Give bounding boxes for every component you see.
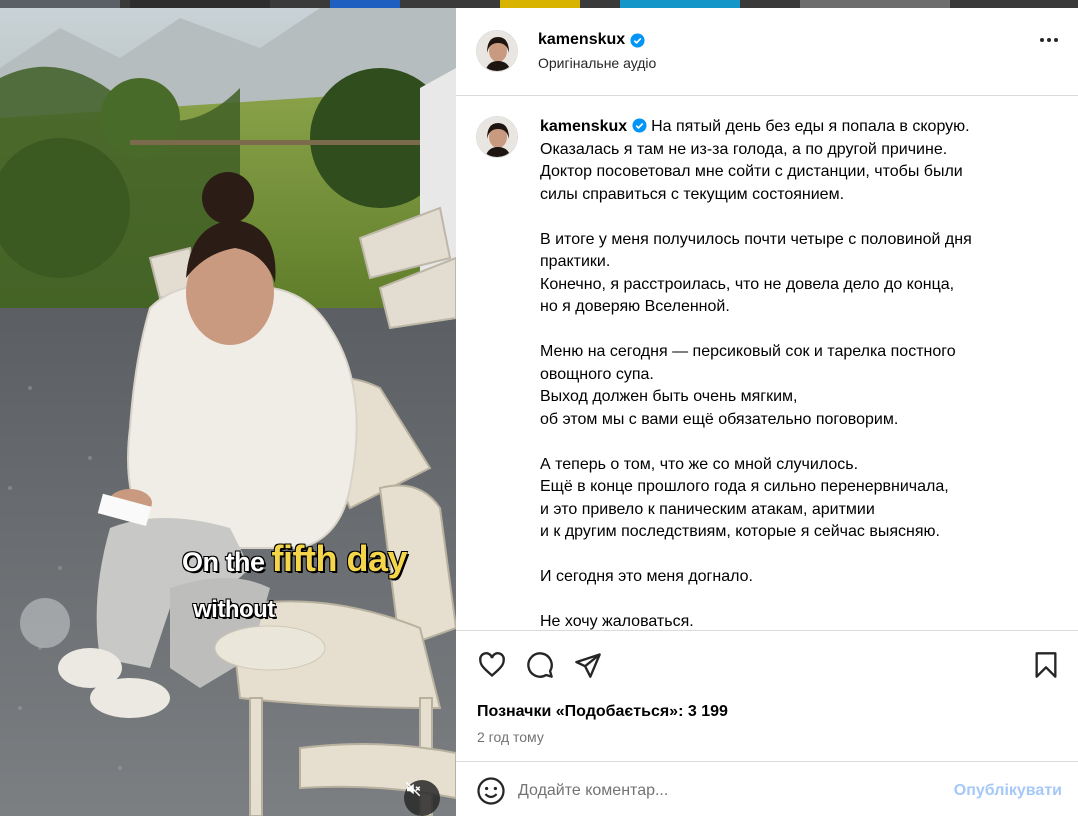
video-frame	[0, 8, 456, 816]
caption-username[interactable]: kamenskux	[540, 118, 627, 135]
mute-toggle-button[interactable]	[404, 780, 440, 816]
caption-line: В итоге у меня получилось почти четыре с…	[540, 230, 972, 248]
bookmark-icon	[1035, 652, 1057, 678]
post-author[interactable]: kamenskux	[538, 31, 645, 49]
more-options-icon[interactable]	[1040, 38, 1058, 42]
caption-line: Не хочу жаловаться.	[540, 613, 694, 630]
heart-icon	[479, 652, 505, 678]
caption-line: практики.	[540, 253, 611, 270]
caption-line: Ещё в конце прошлого года я сильно перен…	[540, 478, 949, 495]
caption-line: На пятый день без еды я попала в скорую.	[651, 118, 970, 135]
post-details-panel: kamenskux Оригінальне аудіо kamenskux На…	[456, 8, 1078, 816]
reel-video[interactable]: On the fifth day without	[0, 8, 456, 816]
caption-avatar[interactable]	[476, 116, 518, 158]
comment-icon	[527, 652, 553, 678]
caption-line: овощного супа.	[540, 365, 654, 383]
caption-line: А теперь о том, что же со мной случилось…	[540, 455, 859, 473]
post-actions-section: Позначки «Подобається»: 3 199 2 год тому…	[456, 630, 1078, 816]
caption-line: Меню на сегодня — персиковый сок и тарел…	[540, 343, 956, 360]
caption-line: Конечно, я расстроилась, что не довела д…	[540, 275, 955, 293]
author-username[interactable]: kamenskux	[538, 31, 625, 49]
share-button[interactable]	[572, 649, 604, 681]
caption-line: Доктор посоветовал мне сойти с дистанции…	[540, 163, 963, 180]
comment-input[interactable]	[518, 776, 938, 806]
emoji-icon[interactable]	[476, 776, 506, 806]
caption-line: но я доверяю Вселенной.	[540, 298, 730, 315]
caption-section: kamenskux На пятый день без еды я попала…	[456, 96, 1078, 630]
post-caption: kamenskux На пятый день без еды я попала…	[540, 116, 1060, 630]
publish-button[interactable]: Опублікувати	[954, 782, 1062, 800]
caption-line: И сегодня это меня догнало.	[540, 568, 753, 585]
post-timestamp[interactable]: 2 год тому	[477, 729, 544, 745]
comment-button[interactable]	[524, 649, 556, 681]
verified-badge-icon	[630, 32, 645, 48]
action-bar	[476, 649, 604, 681]
audio-label[interactable]: Оригінальне аудіо	[538, 55, 656, 71]
video-caption-line2: without	[193, 596, 275, 623]
caption-line: Выход должен быть очень мягким,	[540, 388, 798, 405]
post-header: kamenskux Оригінальне аудіо	[456, 8, 1078, 96]
caption-line: и это привело к паническим атакам, аритм…	[540, 500, 875, 518]
caption-line: об этом мы с вами ещё обязательно погово…	[540, 410, 899, 428]
speaker-muted-icon	[405, 781, 421, 797]
caption-line: силы справиться с текущим состоянием.	[540, 185, 845, 203]
like-button[interactable]	[476, 649, 508, 681]
video-caption-line1: On the fifth day	[182, 538, 408, 579]
likes-count[interactable]: Позначки «Подобається»: 3 199	[477, 703, 728, 721]
comment-composer: Опублікувати	[456, 761, 1078, 816]
caption-line: Оказалась я там не из-за голода, а по др…	[540, 140, 948, 158]
background-thumbnails-strip	[0, 0, 1078, 8]
verified-badge-icon	[632, 118, 647, 133]
caption-line: и к другим последствиям, которые я сейча…	[540, 523, 940, 540]
share-icon	[575, 653, 601, 678]
avatar[interactable]	[476, 30, 518, 72]
save-button[interactable]	[1030, 649, 1062, 681]
